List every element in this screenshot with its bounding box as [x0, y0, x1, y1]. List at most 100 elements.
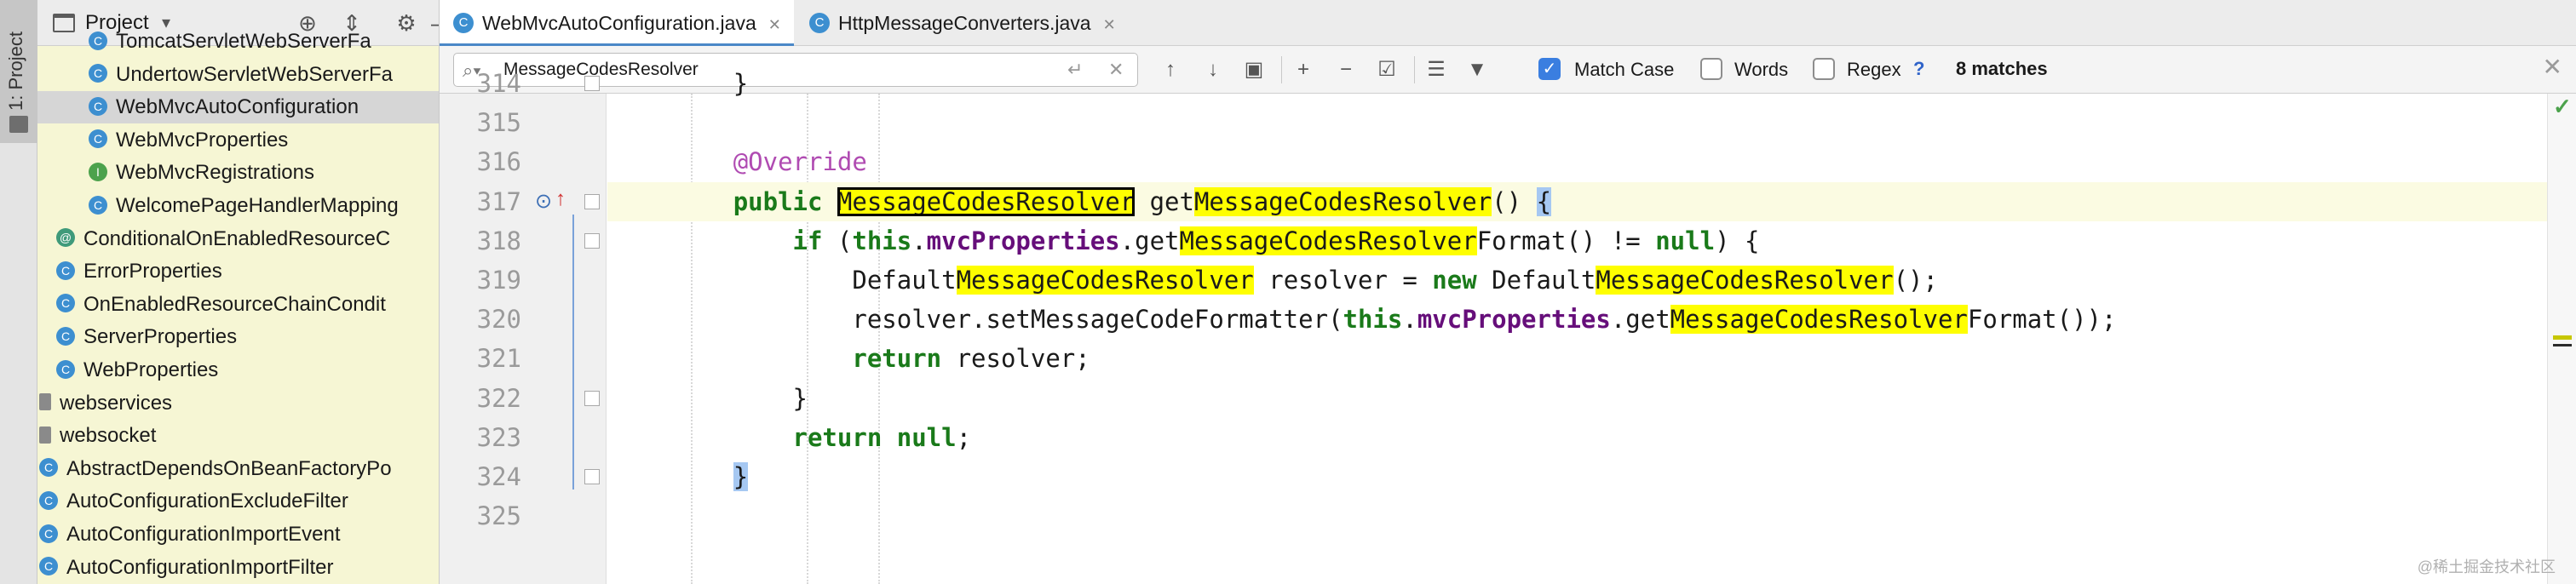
code-token: }: [733, 462, 749, 491]
tree-item-label: AbstractDependsOnBeanFactoryPo: [66, 456, 392, 480]
go-to-super-icon[interactable]: ↑: [555, 187, 566, 211]
fold-marker-icon[interactable]: [584, 390, 600, 406]
code-line[interactable]: return null;: [607, 418, 2576, 457]
tree-item[interactable]: C OnEnabledResourceChainCondit: [37, 289, 439, 321]
code-line[interactable]: [607, 496, 2576, 535]
fold-marker-icon[interactable]: [584, 76, 600, 91]
code-token: }: [733, 69, 749, 98]
line-number[interactable]: 316: [470, 147, 521, 176]
code-token: Format());: [1967, 305, 2117, 335]
line-number[interactable]: 315: [470, 108, 521, 137]
code-token: (: [822, 226, 853, 255]
code-editor[interactable]: 314 315 316 317 318 319 320 321 322 323 324 325 ⊙ ↑ }…: [440, 69, 2576, 584]
tree-item-label: WelcomePageHandlerMapping: [116, 194, 399, 217]
search-match: MessageCodesResolver: [1596, 266, 1894, 295]
code-token: this: [1343, 305, 1403, 335]
code-line[interactable]: if (this.mvcProperties.getMessageCodesRe…: [607, 221, 2576, 261]
tab-webmvcautoconfiguration[interactable]: C WebMvcAutoConfiguration.java ✕: [440, 0, 794, 46]
project-tool-tab[interactable]: 1: Project: [0, 0, 37, 143]
match-marker[interactable]: [2553, 335, 2572, 340]
tree-item[interactable]: C AbstractDependsOnBeanFactoryPo: [37, 453, 439, 485]
code-token: mvcProperties: [1417, 305, 1611, 335]
fold-marker-icon[interactable]: [584, 232, 600, 249]
inspection-ok-icon[interactable]: ✓: [2553, 94, 2572, 120]
code-token: resolver.setMessageCodeFormatter(: [852, 305, 1343, 335]
code-token: .: [911, 226, 927, 255]
line-number[interactable]: 320: [470, 305, 521, 334]
code-line[interactable]: }: [607, 379, 2576, 418]
line-number[interactable]: 323: [470, 423, 521, 452]
fold-marker-icon[interactable]: [584, 193, 600, 209]
code-line[interactable]: }: [607, 64, 2576, 103]
tree-item[interactable]: C ErrorProperties: [37, 255, 439, 288]
folder-icon: [9, 116, 28, 133]
tree-item-label: WebMvcAutoConfiguration: [116, 95, 359, 119]
search-match: MessageCodesResolver: [956, 266, 1254, 295]
line-number[interactable]: 321: [470, 344, 521, 373]
tree-item-label: webservices: [60, 391, 173, 415]
line-number[interactable]: 325: [470, 501, 521, 530]
tree-item-label: UndertowServletWebServerFa: [116, 62, 394, 86]
tree-item[interactable]: C WebMvcProperties: [37, 124, 439, 157]
code-line[interactable]: DefaultMessageCodesResolver resolver = n…: [607, 261, 2576, 300]
tree-item[interactable]: I WebMvcRegistrations: [37, 157, 439, 189]
code-line[interactable]: return resolver;: [607, 339, 2576, 378]
line-number[interactable]: 322: [470, 384, 521, 413]
code-token: Format() !=: [1476, 226, 1656, 255]
java-class-icon: C: [56, 327, 75, 346]
package-icon: [39, 426, 51, 444]
code-token: resolver;: [941, 344, 1090, 374]
overrides-method-icon[interactable]: ⊙: [535, 189, 552, 214]
error-stripe[interactable]: ✓: [2547, 94, 2576, 584]
tree-item[interactable]: C WelcomePageHandlerMapping: [37, 190, 439, 222]
tree-item-label: AutoConfigurationExcludeFilter: [66, 490, 348, 513]
code-token: .: [1402, 305, 1417, 335]
line-number[interactable]: 319: [470, 266, 521, 295]
tree-item[interactable]: C WebMvcAutoConfiguration: [37, 91, 439, 124]
close-icon[interactable]: ✕: [1103, 16, 1116, 33]
line-number[interactable]: 314: [470, 69, 521, 98]
line-number[interactable]: 318: [470, 226, 521, 255]
search-match: MessageCodesResolver: [837, 186, 1136, 216]
close-icon[interactable]: ✕: [768, 16, 781, 33]
code-line[interactable]: @Override: [607, 142, 2576, 181]
tree-item[interactable]: websocket: [37, 420, 439, 452]
line-number[interactable]: 317: [470, 187, 521, 216]
code-line[interactable]: }: [607, 457, 2576, 496]
code-token: return: [792, 422, 883, 452]
tree-item-label: OnEnabledResourceChainCondit: [83, 292, 386, 316]
code-line[interactable]: [607, 103, 2576, 142]
java-class-icon: C: [809, 12, 830, 33]
code-token: get: [1135, 186, 1194, 216]
code-line[interactable]: resolver.setMessageCodeFormatter(this.mv…: [607, 300, 2576, 339]
tree-item-label: websocket: [60, 424, 157, 448]
tab-httpmessageconverters[interactable]: C HttpMessageConverters.java ✕: [796, 0, 1123, 46]
tab-label: HttpMessageConverters.java: [838, 12, 1091, 34]
tree-item[interactable]: C ServerProperties: [37, 321, 439, 353]
tree-item[interactable]: C AutoConfigurationExcludeFilter: [37, 485, 439, 518]
java-class-icon: C: [39, 491, 58, 511]
tree-item-label: AutoConfigurationImportEvent: [66, 523, 341, 546]
tree-item[interactable]: webservices: [37, 387, 439, 420]
tree-item-label: ErrorProperties: [83, 260, 222, 283]
tree-item[interactable]: C UndertowServletWebServerFa: [37, 59, 439, 91]
tree-item[interactable]: C WebProperties: [37, 354, 439, 386]
java-class-icon: C: [89, 195, 107, 215]
code-line[interactable]: public MessageCodesResolver getMessageCo…: [607, 181, 2576, 221]
tree-item[interactable]: @ ConditionalOnEnabledResourceC: [37, 223, 439, 255]
code-token: .get: [1119, 226, 1180, 255]
tree-item[interactable]: C TomcatServletWebServerFa: [37, 26, 439, 58]
fold-marker-icon[interactable]: [584, 469, 600, 484]
java-class-icon: C: [453, 12, 474, 33]
java-class-icon: C: [56, 294, 75, 313]
code-area[interactable]: } @Override public MessageCodesResolver …: [607, 69, 2576, 584]
code-token: null: [896, 422, 957, 452]
tree-item-label: AutoConfigurationImportFilter: [66, 555, 334, 579]
tree-item[interactable]: C AutoConfigurationImportEvent: [37, 518, 439, 551]
tree-item[interactable]: C AutoConfigurationImportFilter: [37, 552, 439, 584]
line-number[interactable]: 324: [470, 462, 521, 491]
